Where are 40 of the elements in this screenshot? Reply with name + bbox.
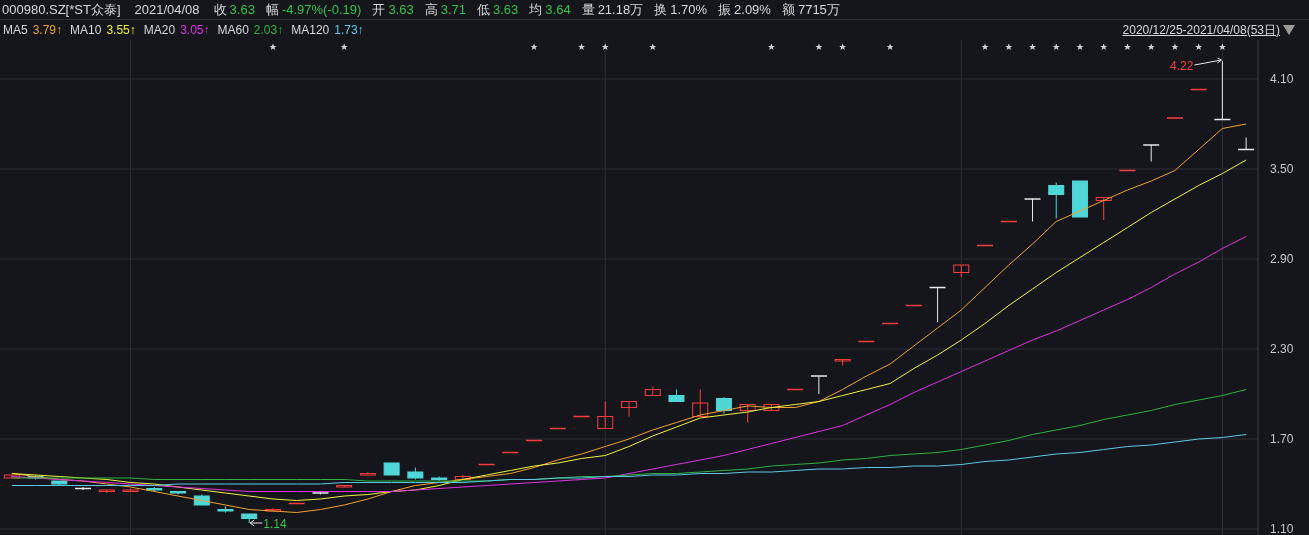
quote-value: 7715万 — [797, 0, 840, 19]
quote-value: 2.09% — [734, 2, 771, 17]
indicator-label: MA10 — [70, 23, 102, 37]
quote-label: 振 — [718, 0, 732, 19]
quote-label: 幅 — [265, 0, 279, 19]
axis-tick-label: 2.90 — [1270, 252, 1294, 266]
quote-value: -4.97%(-0.19) — [281, 2, 362, 17]
indicator-label: MA20 — [143, 23, 176, 37]
low-price-label: 1.14 — [263, 517, 287, 531]
axis-tick-label: 1.10 — [1270, 522, 1294, 535]
indicator-value: 1.73↑ — [334, 23, 364, 37]
axis-tick-label: 2.30 — [1270, 342, 1294, 356]
quote-label: 额 — [781, 0, 795, 19]
quote-label: 换 — [654, 0, 668, 19]
quote-value: 3.63 — [229, 2, 255, 17]
quote-label: 开 — [372, 0, 386, 19]
quote-label: 高 — [424, 0, 438, 19]
indicator-value: 2.03↑ — [253, 23, 284, 37]
quote-value: 3.71 — [440, 2, 466, 17]
quote-value: 21.18万 — [597, 0, 644, 19]
quote-label: 均 — [529, 0, 543, 19]
indicator-value: 3.55↑ — [106, 23, 136, 37]
indicator-label: MA120 — [291, 23, 330, 37]
quote-label: 量 — [581, 0, 595, 19]
indicator-value: 3.79↑ — [32, 23, 63, 37]
quote-value: 3.64 — [545, 2, 571, 17]
stock-symbol: 000980.SZ[*ST众泰] — [2, 0, 121, 19]
quote-date: 2021/04/08 — [134, 2, 200, 17]
quote-value: 3.63 — [493, 2, 519, 17]
indicator-label: MA60 — [217, 23, 249, 37]
axis-tick-label: 1.70 — [1270, 432, 1294, 446]
axis-tick-label: 4.10 — [1270, 72, 1294, 86]
quote-value: 3.63 — [388, 2, 414, 17]
axis-tick-label: 3.50 — [1270, 162, 1294, 176]
quote-label: 低 — [477, 0, 490, 19]
quote-value: 1.70% — [670, 2, 708, 17]
quote-label: 收 — [213, 0, 227, 19]
indicator-label: MA5 — [3, 23, 28, 37]
indicator-value: 3.05↑ — [180, 23, 210, 37]
high-price-label: 4.22 — [1170, 59, 1194, 73]
